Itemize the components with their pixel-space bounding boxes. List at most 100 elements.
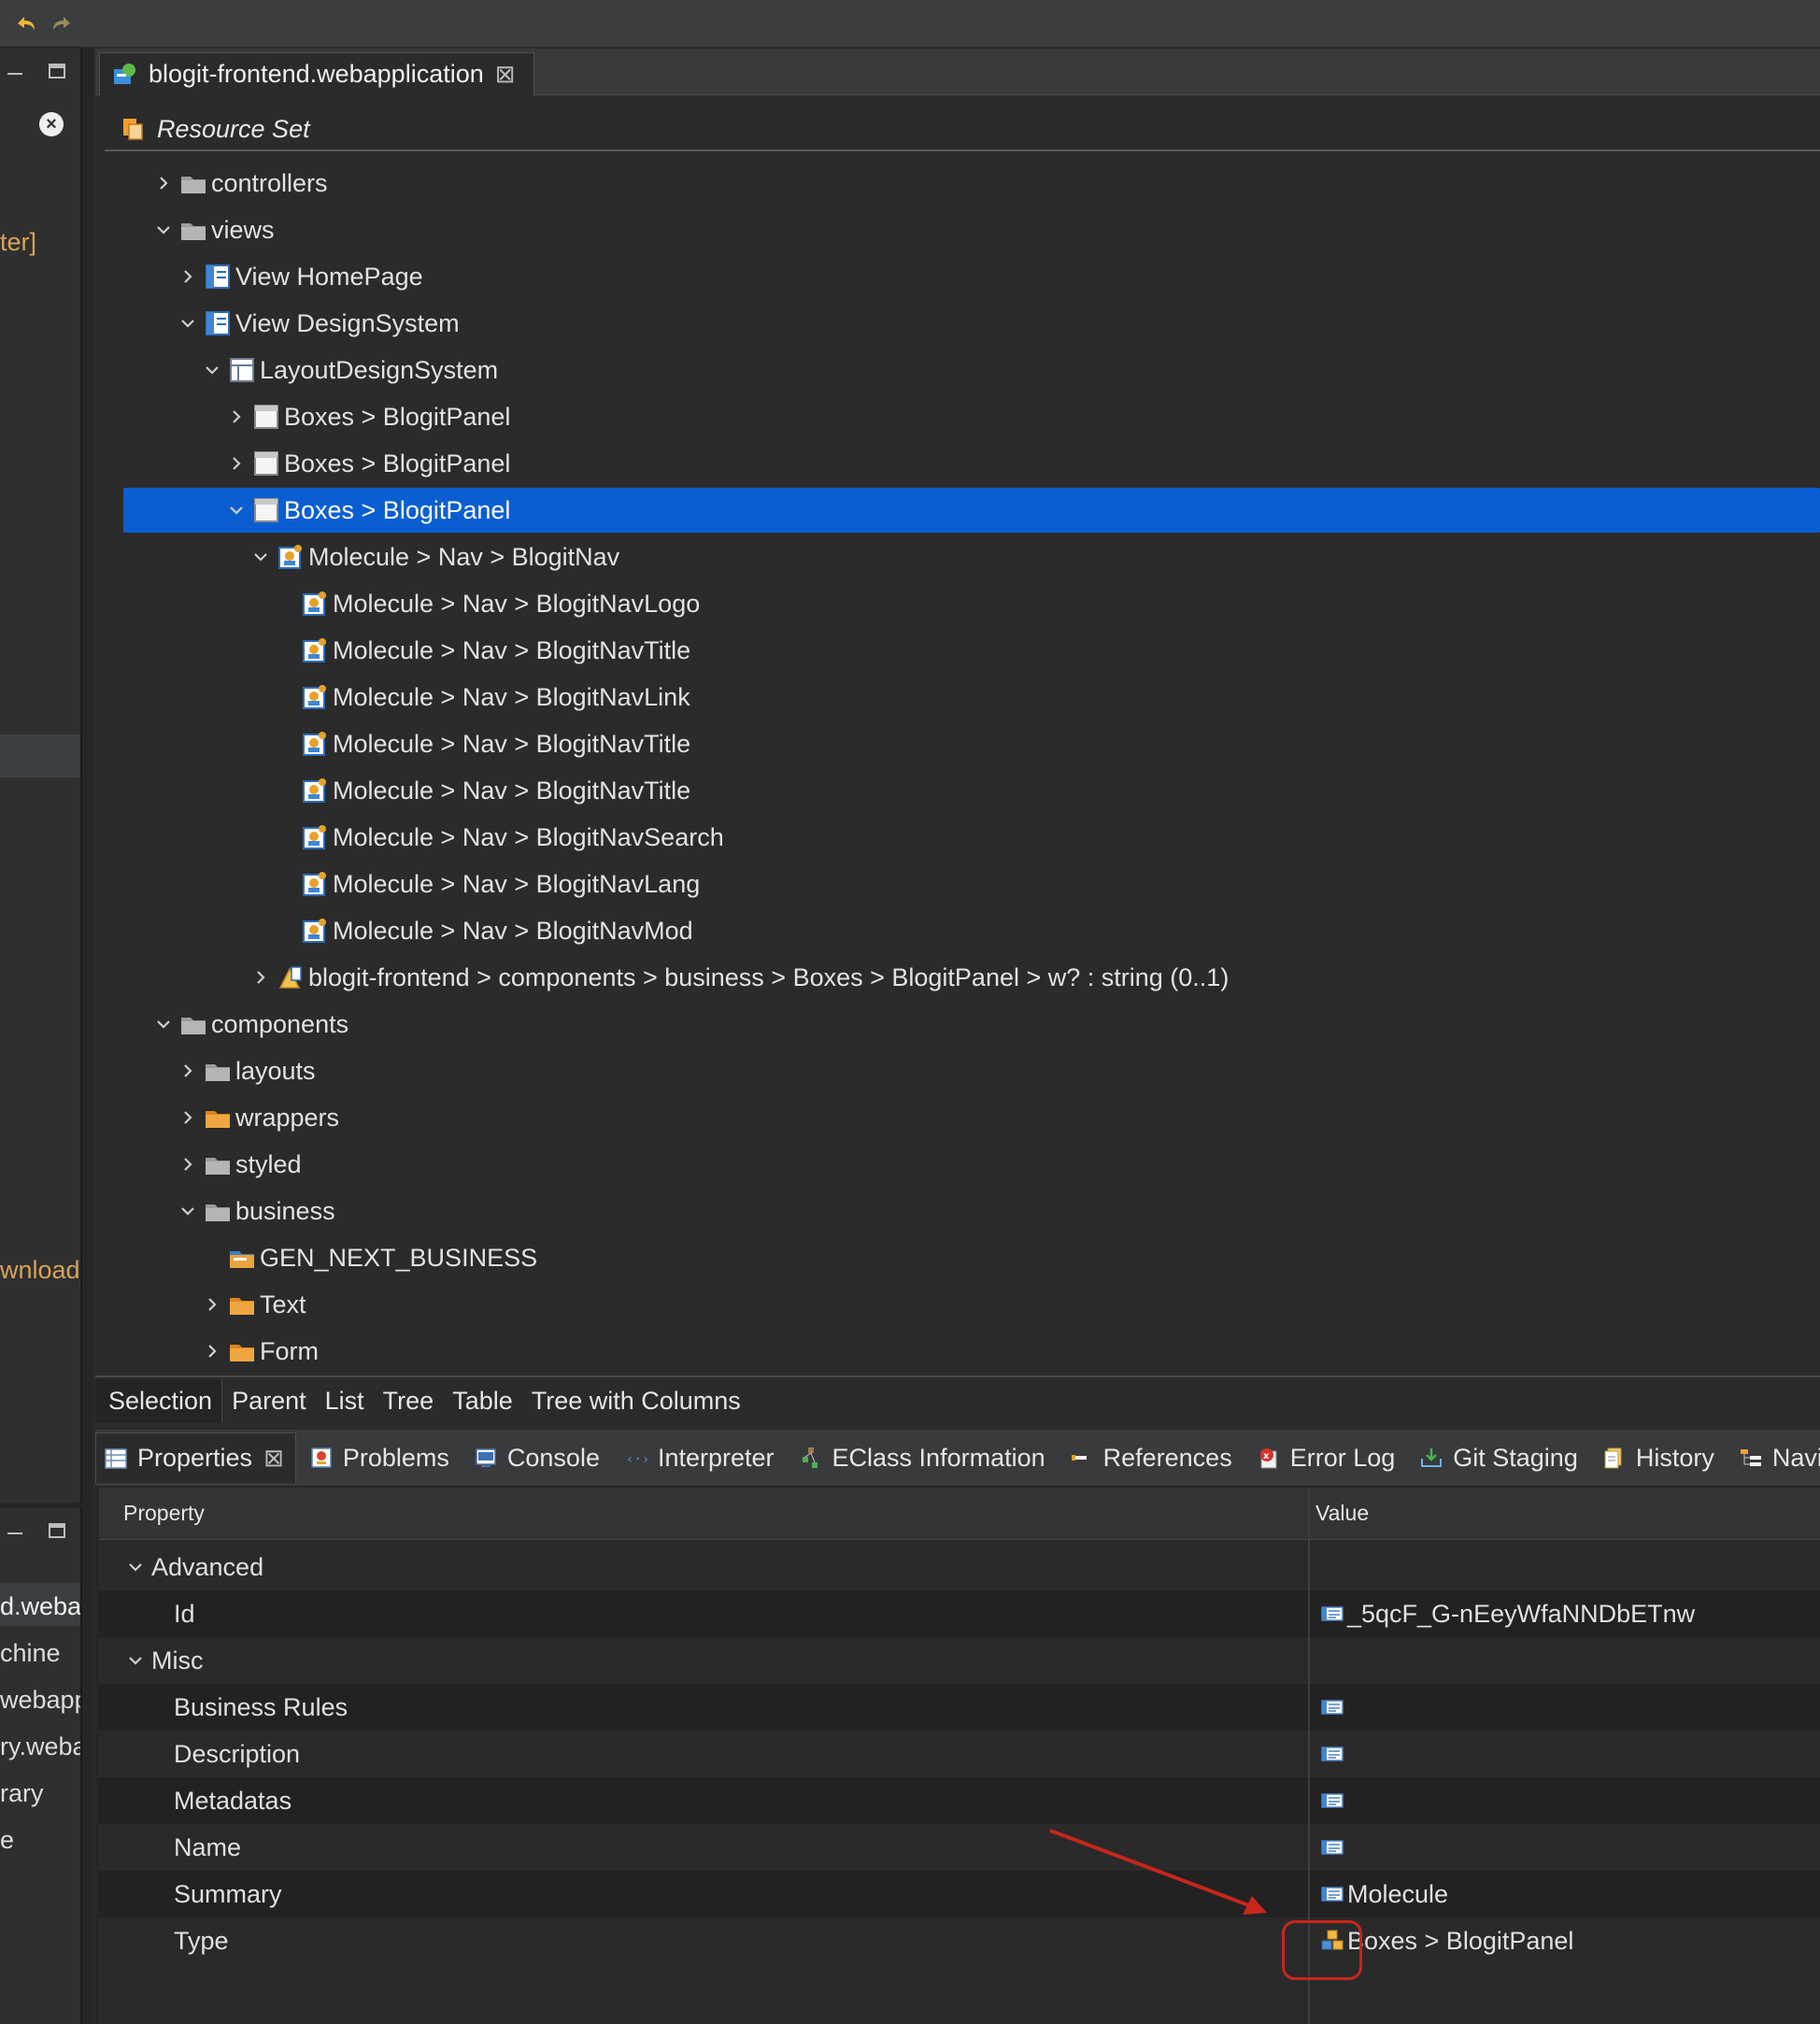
tree-item[interactable]: blogit-frontend > components > business …	[123, 955, 1820, 1000]
maximize-icon[interactable]	[49, 64, 65, 78]
property-value[interactable]	[1319, 1833, 1347, 1861]
view-tab-console[interactable]: Console	[461, 1432, 611, 1483]
tree-item[interactable]: Molecule > Nav > BlogitNavLang	[123, 862, 1820, 906]
tree-item[interactable]: Molecule > Nav > BlogitNav	[123, 535, 1820, 579]
chevron-right-icon[interactable]	[176, 1152, 200, 1176]
property-row[interactable]: Id _5qcF_G-nEeyWfaNNDbETnw	[99, 1590, 1820, 1637]
tree-item[interactable]: business	[123, 1189, 1820, 1233]
chevron-right-icon[interactable]	[200, 1339, 224, 1363]
chevron-right-icon[interactable]	[200, 1292, 224, 1317]
tree-item-label: blogit-frontend > components > business …	[308, 962, 1230, 991]
tree-item[interactable]: views	[123, 207, 1820, 252]
clear-icon[interactable]: ×	[39, 112, 64, 136]
tree-item[interactable]: Molecule > Nav > BlogitNavMod	[123, 908, 1820, 953]
property-value[interactable]	[1319, 1740, 1347, 1768]
property-category-row[interactable]: Misc	[99, 1637, 1820, 1684]
undo-icon[interactable]	[9, 7, 41, 39]
folder-icon	[179, 216, 207, 244]
view-tab-history[interactable]: History	[1589, 1432, 1726, 1483]
left-list-item[interactable]: e	[0, 1826, 80, 1855]
tree-item[interactable]: View DesignSystem	[123, 301, 1820, 346]
chevron-right-icon[interactable]	[151, 171, 176, 195]
chevron-down-icon[interactable]	[176, 311, 200, 335]
tree-item[interactable]: Molecule > Nav > BlogitNavTitle	[123, 628, 1820, 673]
tree-item[interactable]: Text	[123, 1282, 1820, 1327]
tree-item[interactable]: Molecule > Nav > BlogitNavLogo	[123, 581, 1820, 626]
view-tab-eclass-information[interactable]: EClass Information	[786, 1432, 1057, 1483]
tree-item[interactable]: Molecule > Nav > BlogitNavLink	[123, 675, 1820, 720]
page-tab-tree-with-columns[interactable]: Tree with Columns	[522, 1379, 750, 1422]
property-value[interactable]	[1319, 1787, 1347, 1815]
text-value-icon	[1319, 1880, 1345, 1908]
chevron-right-icon[interactable]	[224, 451, 249, 476]
redo-icon[interactable]	[47, 7, 78, 39]
view-tab-navig[interactable]: Navig	[1726, 1432, 1820, 1483]
property-value[interactable]: _5qcF_G-nEeyWfaNNDbETnw	[1319, 1600, 1695, 1629]
page-tab-list[interactable]: List	[316, 1379, 374, 1422]
property-row[interactable]: Metadatas	[99, 1777, 1820, 1824]
tree-item[interactable]: Boxes > BlogitPanel	[123, 441, 1820, 486]
page-tab-parent[interactable]: Parent	[222, 1379, 316, 1422]
left-list-item[interactable]: chine	[0, 1639, 80, 1668]
tree-item[interactable]: Molecule > Nav > BlogitNavSearch	[123, 815, 1820, 860]
minimize-icon[interactable]	[7, 1525, 22, 1534]
tree-item[interactable]: layouts	[123, 1048, 1820, 1093]
chevron-right-icon[interactable]	[224, 405, 249, 429]
chevron-down-icon[interactable]	[249, 545, 273, 569]
chevron-down-icon[interactable]	[200, 358, 224, 382]
close-icon[interactable]: ⊠	[495, 60, 516, 89]
tree-item[interactable]: Molecule > Nav > BlogitNavTitle	[123, 721, 1820, 766]
tree-item[interactable]: wrappers	[123, 1095, 1820, 1140]
chevron-down-icon[interactable]	[176, 1199, 200, 1223]
view-tab-interpreter[interactable]: ‹·› Interpreter	[611, 1432, 786, 1483]
chevron-down-icon[interactable]	[123, 1648, 148, 1673]
property-value[interactable]	[1319, 1693, 1347, 1721]
left-list-item[interactable]: webapp	[0, 1686, 80, 1715]
property-row[interactable]: Name	[99, 1824, 1820, 1871]
view-tab-error-log[interactable]: x Error Log	[1244, 1432, 1407, 1483]
value-column-header[interactable]: Value	[1315, 1501, 1369, 1526]
tree-item[interactable]: controllers	[123, 161, 1820, 206]
tree-item[interactable]: GEN_NEXT_BUSINESS	[123, 1235, 1820, 1280]
chevron-right-icon[interactable]	[176, 1105, 200, 1130]
close-icon[interactable]: ⊠	[263, 1444, 284, 1473]
property-row[interactable]: Type Boxes > BlogitPanel	[99, 1917, 1820, 1964]
view-tab-git-staging[interactable]: Git Staging	[1406, 1432, 1589, 1483]
page-tab-table[interactable]: Table	[443, 1379, 522, 1422]
tree-item[interactable]: Form	[123, 1329, 1820, 1374]
view-tab-problems[interactable]: Problems	[296, 1432, 461, 1483]
left-list-item[interactable]: ry.weba	[0, 1732, 80, 1761]
minimize-icon[interactable]	[7, 65, 22, 75]
chevron-right-icon[interactable]	[249, 965, 273, 990]
property-column-header[interactable]: Property	[123, 1501, 205, 1526]
property-row[interactable]: Business Rules	[99, 1684, 1820, 1731]
tree-item[interactable]: Boxes > BlogitPanel	[123, 488, 1820, 533]
tree-item[interactable]: LayoutDesignSystem	[123, 348, 1820, 392]
left-fragment-text: ter]	[0, 228, 37, 256]
chevron-down-icon[interactable]	[123, 1555, 148, 1579]
tree-item[interactable]: components	[123, 1002, 1820, 1047]
editor-tab-webapplication[interactable]: blogit-frontend.webapplication ⊠	[99, 52, 534, 95]
property-category-row[interactable]: Advanced	[99, 1544, 1820, 1590]
tree-item[interactable]: Boxes > BlogitPanel	[123, 394, 1820, 439]
chevron-right-icon[interactable]	[176, 264, 200, 289]
tree-item[interactable]: styled	[123, 1142, 1820, 1187]
left-list-item[interactable]: d.webap	[0, 1592, 80, 1621]
property-value[interactable]: Molecule	[1319, 1880, 1448, 1909]
property-row[interactable]: Summary Molecule	[99, 1871, 1820, 1917]
layout-icon	[228, 356, 256, 384]
page-tab-tree[interactable]: Tree	[374, 1379, 444, 1422]
left-list-item[interactable]: rary	[0, 1779, 80, 1808]
main-toolbar	[0, 0, 1820, 47]
chevron-down-icon[interactable]	[224, 498, 249, 522]
view-tab-properties[interactable]: Properties ⊠	[95, 1432, 296, 1483]
chevron-right-icon[interactable]	[176, 1059, 200, 1083]
maximize-icon[interactable]	[49, 1523, 65, 1538]
tree-item[interactable]: View HomePage	[123, 254, 1820, 299]
tree-item[interactable]: Molecule > Nav > BlogitNavTitle	[123, 768, 1820, 813]
page-tab-selection[interactable]: Selection	[95, 1379, 223, 1422]
property-row[interactable]: Description	[99, 1731, 1820, 1777]
view-tab-references[interactable]: References	[1057, 1432, 1244, 1483]
chevron-down-icon[interactable]	[151, 218, 176, 242]
chevron-down-icon[interactable]	[151, 1012, 176, 1036]
